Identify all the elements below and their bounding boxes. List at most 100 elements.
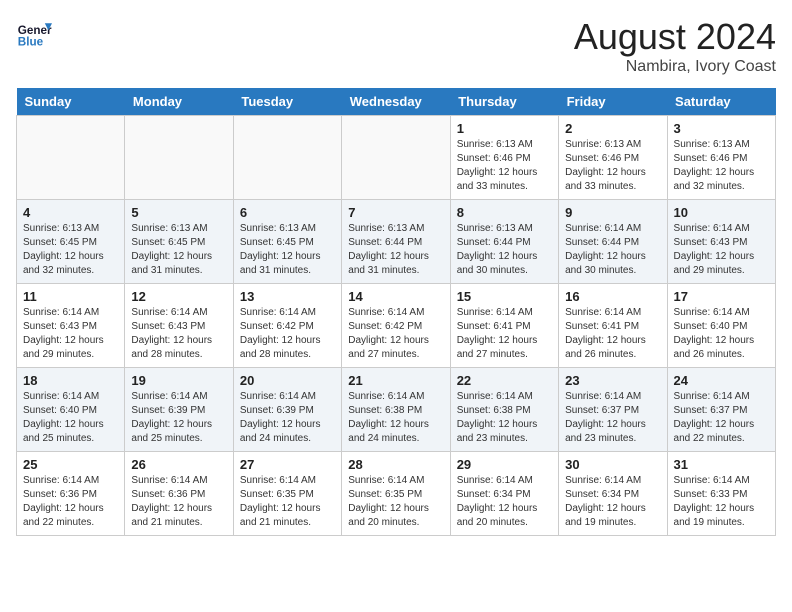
day-header-thursday: Thursday	[450, 88, 558, 116]
calendar-cell: 26Sunrise: 6:14 AM Sunset: 6:36 PM Dayli…	[125, 452, 233, 536]
calendar-cell: 7 Sunrise: 6:13 AM Sunset: 6:44 PM Daylig…	[342, 200, 450, 284]
calendar-cell: 17Sunrise: 6:14 AM Sunset: 6:40 PM Dayli…	[667, 284, 775, 368]
day-info: Sunrise: 6:14 AM Sunset: 6:35 PM Dayligh…	[348, 474, 443, 530]
calendar-cell	[233, 116, 341, 200]
day-number: 3	[674, 121, 769, 136]
day-number: 11	[23, 289, 118, 304]
day-number: 6	[240, 205, 335, 220]
calendar-cell: 14Sunrise: 6:14 AM Sunset: 6:42 PM Dayli…	[342, 284, 450, 368]
day-info: Sunrise: 6:14 AM Sunset: 6:44 PM Dayligh…	[565, 222, 660, 278]
calendar-cell: 19 Sunrise: 6:14 AM Sunset: 6:39 PM Dayli…	[125, 368, 233, 452]
day-number: 31	[674, 457, 769, 472]
day-info: Sunrise: 6:13 AM Sunset: 6:46 PM Dayligh…	[565, 138, 660, 194]
day-number: 27	[240, 457, 335, 472]
day-info: Sunrise: 6:14 AM Sunset: 6:39 PM Dayligh…	[131, 390, 226, 446]
calendar-cell: 16 Sunrise: 6:14 AM Sunset: 6:41 PM Dayli…	[559, 284, 667, 368]
calendar-cell	[125, 116, 233, 200]
day-number: 24	[674, 373, 769, 388]
day-info: Sunrise: 6:13 AM Sunset: 6:45 PM Dayligh…	[131, 222, 226, 278]
day-header-monday: Monday	[125, 88, 233, 116]
calendar-cell: 8 Sunrise: 6:13 AM Sunset: 6:44 PM Daylig…	[450, 200, 558, 284]
calendar-cell: 30 Sunrise: 6:14 AM Sunset: 6:34 PM Dayli…	[559, 452, 667, 536]
calendar-cell: 21Sunrise: 6:14 AM Sunset: 6:38 PM Dayli…	[342, 368, 450, 452]
day-info: Sunrise: 6:14 AM Sunset: 6:37 PM Dayligh…	[674, 390, 769, 446]
calendar-cell: 1 Sunrise: 6:13 AM Sunset: 6:46 PM Daylig…	[450, 116, 558, 200]
day-number: 30	[565, 457, 660, 472]
day-info: Sunrise: 6:13 AM Sunset: 6:46 PM Dayligh…	[674, 138, 769, 194]
calendar-week-1: 1 Sunrise: 6:13 AM Sunset: 6:46 PM Daylig…	[17, 116, 776, 200]
calendar-cell	[17, 116, 125, 200]
day-number: 15	[457, 289, 552, 304]
calendar-cell: 18 Sunrise: 6:14 AM Sunset: 6:40 PM Dayli…	[17, 368, 125, 452]
day-info: Sunrise: 6:14 AM Sunset: 6:43 PM Dayligh…	[23, 306, 118, 362]
day-number: 22	[457, 373, 552, 388]
header: General Blue August 2024 Nambira, Ivory …	[16, 16, 776, 76]
day-info: Sunrise: 6:13 AM Sunset: 6:46 PM Dayligh…	[457, 138, 552, 194]
day-number: 2	[565, 121, 660, 136]
day-header-wednesday: Wednesday	[342, 88, 450, 116]
day-info: Sunrise: 6:14 AM Sunset: 6:35 PM Dayligh…	[240, 474, 335, 530]
day-info: Sunrise: 6:14 AM Sunset: 6:40 PM Dayligh…	[23, 390, 118, 446]
day-number: 16	[565, 289, 660, 304]
day-number: 8	[457, 205, 552, 220]
day-number: 29	[457, 457, 552, 472]
day-number: 1	[457, 121, 552, 136]
calendar-cell: 10 Sunrise: 6:14 AM Sunset: 6:43 PM Dayli…	[667, 200, 775, 284]
calendar-cell	[342, 116, 450, 200]
day-number: 23	[565, 373, 660, 388]
day-number: 20	[240, 373, 335, 388]
calendar-cell: 25 Sunrise: 6:14 AM Sunset: 6:36 PM Dayli…	[17, 452, 125, 536]
day-header-saturday: Saturday	[667, 88, 775, 116]
day-number: 19	[131, 373, 226, 388]
calendar-week-2: 4Sunrise: 6:13 AM Sunset: 6:45 PM Daylig…	[17, 200, 776, 284]
day-number: 10	[674, 205, 769, 220]
day-info: Sunrise: 6:14 AM Sunset: 6:41 PM Dayligh…	[565, 306, 660, 362]
day-info: Sunrise: 6:13 AM Sunset: 6:44 PM Dayligh…	[457, 222, 552, 278]
calendar-cell: 24 Sunrise: 6:14 AM Sunset: 6:37 PM Dayli…	[667, 368, 775, 452]
calendar-cell: 4Sunrise: 6:13 AM Sunset: 6:45 PM Daylig…	[17, 200, 125, 284]
day-number: 13	[240, 289, 335, 304]
month-title: August 2024	[574, 16, 776, 58]
calendar-body: 1 Sunrise: 6:13 AM Sunset: 6:46 PM Daylig…	[17, 116, 776, 536]
day-number: 17	[674, 289, 769, 304]
calendar-week-3: 11 Sunrise: 6:14 AM Sunset: 6:43 PM Dayli…	[17, 284, 776, 368]
calendar-cell: 23Sunrise: 6:14 AM Sunset: 6:37 PM Dayli…	[559, 368, 667, 452]
day-number: 7	[348, 205, 443, 220]
day-info: Sunrise: 6:13 AM Sunset: 6:45 PM Dayligh…	[23, 222, 118, 278]
day-info: Sunrise: 6:14 AM Sunset: 6:42 PM Dayligh…	[240, 306, 335, 362]
day-info: Sunrise: 6:14 AM Sunset: 6:36 PM Dayligh…	[131, 474, 226, 530]
day-number: 21	[348, 373, 443, 388]
calendar-cell: 11 Sunrise: 6:14 AM Sunset: 6:43 PM Dayli…	[17, 284, 125, 368]
calendar-cell: 5 Sunrise: 6:13 AM Sunset: 6:45 PM Daylig…	[125, 200, 233, 284]
day-info: Sunrise: 6:14 AM Sunset: 6:36 PM Dayligh…	[23, 474, 118, 530]
title-area: August 2024 Nambira, Ivory Coast	[574, 16, 776, 76]
day-number: 12	[131, 289, 226, 304]
calendar-cell: 15 Sunrise: 6:14 AM Sunset: 6:41 PM Dayli…	[450, 284, 558, 368]
day-number: 18	[23, 373, 118, 388]
calendar-cell: 13 Sunrise: 6:14 AM Sunset: 6:42 PM Dayli…	[233, 284, 341, 368]
day-info: Sunrise: 6:13 AM Sunset: 6:44 PM Dayligh…	[348, 222, 443, 278]
day-number: 28	[348, 457, 443, 472]
day-info: Sunrise: 6:14 AM Sunset: 6:38 PM Dayligh…	[457, 390, 552, 446]
day-number: 9	[565, 205, 660, 220]
day-number: 14	[348, 289, 443, 304]
day-info: Sunrise: 6:14 AM Sunset: 6:34 PM Dayligh…	[565, 474, 660, 530]
calendar-cell: 22 Sunrise: 6:14 AM Sunset: 6:38 PM Dayli…	[450, 368, 558, 452]
calendar-cell: 9 Sunrise: 6:14 AM Sunset: 6:44 PM Daylig…	[559, 200, 667, 284]
day-header-friday: Friday	[559, 88, 667, 116]
day-info: Sunrise: 6:14 AM Sunset: 6:43 PM Dayligh…	[674, 222, 769, 278]
day-info: Sunrise: 6:14 AM Sunset: 6:39 PM Dayligh…	[240, 390, 335, 446]
calendar-week-5: 25 Sunrise: 6:14 AM Sunset: 6:36 PM Dayli…	[17, 452, 776, 536]
calendar-cell: 12 Sunrise: 6:14 AM Sunset: 6:43 PM Dayli…	[125, 284, 233, 368]
calendar-cell: 29Sunrise: 6:14 AM Sunset: 6:34 PM Dayli…	[450, 452, 558, 536]
svg-text:Blue: Blue	[18, 36, 44, 49]
day-info: Sunrise: 6:14 AM Sunset: 6:43 PM Dayligh…	[131, 306, 226, 362]
day-info: Sunrise: 6:14 AM Sunset: 6:33 PM Dayligh…	[674, 474, 769, 530]
logo-icon: General Blue	[16, 16, 52, 52]
day-number: 5	[131, 205, 226, 220]
day-number: 25	[23, 457, 118, 472]
calendar-table: SundayMondayTuesdayWednesdayThursdayFrid…	[16, 88, 776, 536]
calendar-cell: 2 Sunrise: 6:13 AM Sunset: 6:46 PM Daylig…	[559, 116, 667, 200]
day-info: Sunrise: 6:14 AM Sunset: 6:41 PM Dayligh…	[457, 306, 552, 362]
calendar-cell: 27 Sunrise: 6:14 AM Sunset: 6:35 PM Dayli…	[233, 452, 341, 536]
